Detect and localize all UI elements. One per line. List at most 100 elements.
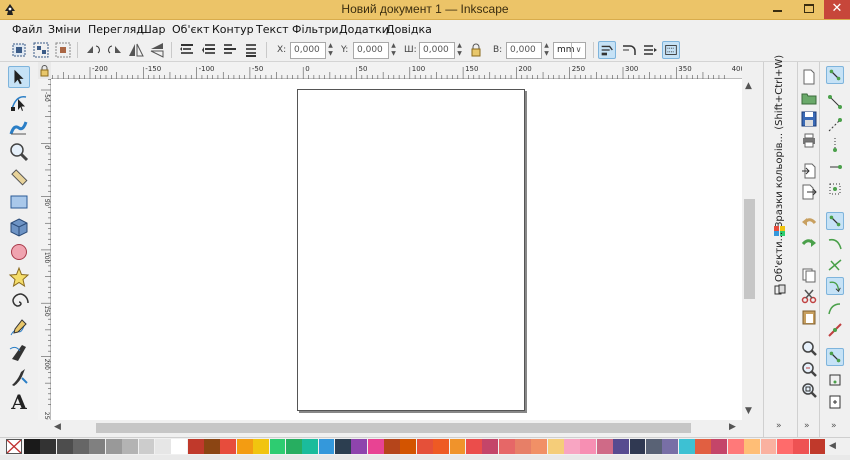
- color-swatch[interactable]: [809, 439, 826, 454]
- export-icon[interactable]: [800, 183, 818, 201]
- undo-icon[interactable]: [800, 214, 818, 232]
- scale-corners-icon[interactable]: [620, 41, 638, 59]
- scroll-down-icon[interactable]: ▼: [745, 406, 752, 416]
- color-swatch[interactable]: [73, 439, 89, 454]
- height-field[interactable]: 0,000: [506, 42, 542, 59]
- zoom-icon[interactable]: [8, 141, 30, 163]
- spin-up-icon[interactable]: ▲: [457, 42, 462, 49]
- color-swatch[interactable]: [449, 439, 466, 454]
- redo-icon[interactable]: [800, 235, 818, 253]
- snap-page-border-icon[interactable]: [826, 393, 844, 411]
- color-swatch[interactable]: [760, 439, 777, 454]
- color-swatch[interactable]: [384, 439, 400, 454]
- horizontal-scrollbar[interactable]: ◀ ▶: [51, 420, 742, 436]
- color-swatch[interactable]: [547, 439, 564, 454]
- menu-path[interactable]: Контур: [212, 23, 254, 36]
- spiral-icon[interactable]: [8, 291, 30, 313]
- menu-filters[interactable]: Фільтри: [292, 23, 339, 36]
- y-field[interactable]: 0,000: [353, 42, 389, 59]
- y-spinner[interactable]: ▲ ▼: [389, 42, 398, 59]
- menu-extensions[interactable]: Додатки: [339, 23, 389, 36]
- color-swatch[interactable]: [204, 439, 220, 454]
- color-swatch[interactable]: [89, 439, 106, 454]
- color-swatch[interactable]: [236, 439, 253, 454]
- move-patterns-icon[interactable]: [662, 41, 680, 59]
- color-swatch[interactable]: [138, 439, 155, 454]
- color-swatch[interactable]: [564, 439, 580, 454]
- color-swatch[interactable]: [187, 439, 204, 454]
- save-icon[interactable]: [800, 110, 818, 128]
- snap-bbox-edge-icon[interactable]: [826, 116, 844, 134]
- color-swatch[interactable]: [711, 439, 728, 454]
- snap-smooth-nodes-icon[interactable]: [826, 300, 844, 318]
- selector-arrow-icon[interactable]: [8, 66, 30, 88]
- height-spinner[interactable]: ▲ ▼: [542, 42, 551, 59]
- snap-intersections-icon[interactable]: [826, 256, 844, 274]
- scroll-up-icon[interactable]: ▲: [745, 81, 752, 91]
- cut-icon[interactable]: [800, 287, 818, 305]
- new-document-icon[interactable]: [800, 68, 818, 86]
- snap-enable-icon[interactable]: [826, 66, 844, 84]
- maximize-button[interactable]: [795, 0, 823, 19]
- menu-object[interactable]: Об'єкт: [172, 23, 210, 36]
- color-swatch[interactable]: [351, 439, 368, 454]
- color-swatch[interactable]: [24, 439, 40, 454]
- scroll-left-icon[interactable]: ◀: [54, 422, 61, 432]
- color-swatch[interactable]: [253, 439, 269, 454]
- snap-centers-icon[interactable]: [826, 371, 844, 389]
- color-swatch[interactable]: [220, 439, 237, 454]
- x-field[interactable]: 0,000: [290, 42, 326, 59]
- color-swatch[interactable]: [40, 439, 57, 454]
- snap-nodes-icon[interactable]: [826, 212, 844, 230]
- color-swatch[interactable]: [400, 439, 417, 454]
- color-swatch[interactable]: [465, 439, 482, 454]
- color-swatch[interactable]: [367, 439, 384, 454]
- spin-up-icon[interactable]: ▲: [544, 42, 549, 49]
- lock-ratio-icon[interactable]: [471, 43, 481, 57]
- vertical-scrollbar[interactable]: ▲ ▼: [742, 79, 757, 420]
- snap-bbox-center-icon[interactable]: [826, 180, 844, 198]
- snap-cusp-nodes-icon[interactable]: [826, 277, 844, 295]
- zoom-selection-icon[interactable]: [800, 339, 818, 357]
- star-icon[interactable]: [8, 266, 30, 288]
- color-swatch[interactable]: [662, 439, 679, 454]
- color-swatch[interactable]: [531, 439, 548, 454]
- vertical-ruler[interactable]: -50 0 50 100 150 200 250: [38, 79, 51, 423]
- rectangle-icon[interactable]: [8, 191, 30, 213]
- dock-expand-icon[interactable]: »: [776, 421, 782, 431]
- snap-bbox-icon[interactable]: [826, 93, 844, 111]
- drawing-canvas[interactable]: [51, 79, 742, 420]
- open-folder-icon[interactable]: [800, 89, 818, 107]
- color-swatch[interactable]: [122, 439, 139, 454]
- zoom-page-icon[interactable]: [800, 381, 818, 399]
- pencil-icon[interactable]: [8, 316, 30, 338]
- rotate-ccw-icon[interactable]: [84, 41, 102, 59]
- node-editor-icon[interactable]: [8, 91, 30, 113]
- scroll-right-icon[interactable]: ▶: [729, 422, 736, 432]
- color-swatch[interactable]: [596, 439, 613, 454]
- spin-down-icon[interactable]: ▼: [457, 50, 462, 57]
- color-swatch[interactable]: [695, 439, 711, 454]
- menu-edit[interactable]: Зміни: [48, 23, 81, 36]
- spin-down-icon[interactable]: ▼: [391, 50, 396, 57]
- color-swatch[interactable]: [678, 439, 695, 454]
- menu-view[interactable]: Перегляд: [88, 23, 144, 36]
- snap-expand-icon[interactable]: »: [831, 421, 837, 431]
- color-swatch[interactable]: [318, 439, 335, 454]
- print-icon[interactable]: [800, 131, 818, 149]
- calligraphy-icon[interactable]: [8, 366, 30, 388]
- snap-bbox-midpoint-icon[interactable]: [826, 158, 844, 176]
- palette-menu-icon[interactable]: ◀: [829, 441, 836, 451]
- color-swatch[interactable]: [727, 439, 744, 454]
- color-swatch[interactable]: [302, 439, 319, 454]
- vertical-scroll-thumb[interactable]: [744, 199, 755, 299]
- color-swatch[interactable]: [744, 439, 761, 454]
- color-swatch[interactable]: [482, 439, 499, 454]
- width-field[interactable]: 0,000: [419, 42, 455, 59]
- color-swatch[interactable]: [416, 439, 433, 454]
- measure-icon[interactable]: [8, 166, 30, 188]
- lock-guides-icon[interactable]: [38, 62, 51, 79]
- lower-to-bottom-icon[interactable]: [242, 41, 260, 59]
- deselect-icon[interactable]: [54, 41, 72, 59]
- color-swatch[interactable]: [56, 439, 73, 454]
